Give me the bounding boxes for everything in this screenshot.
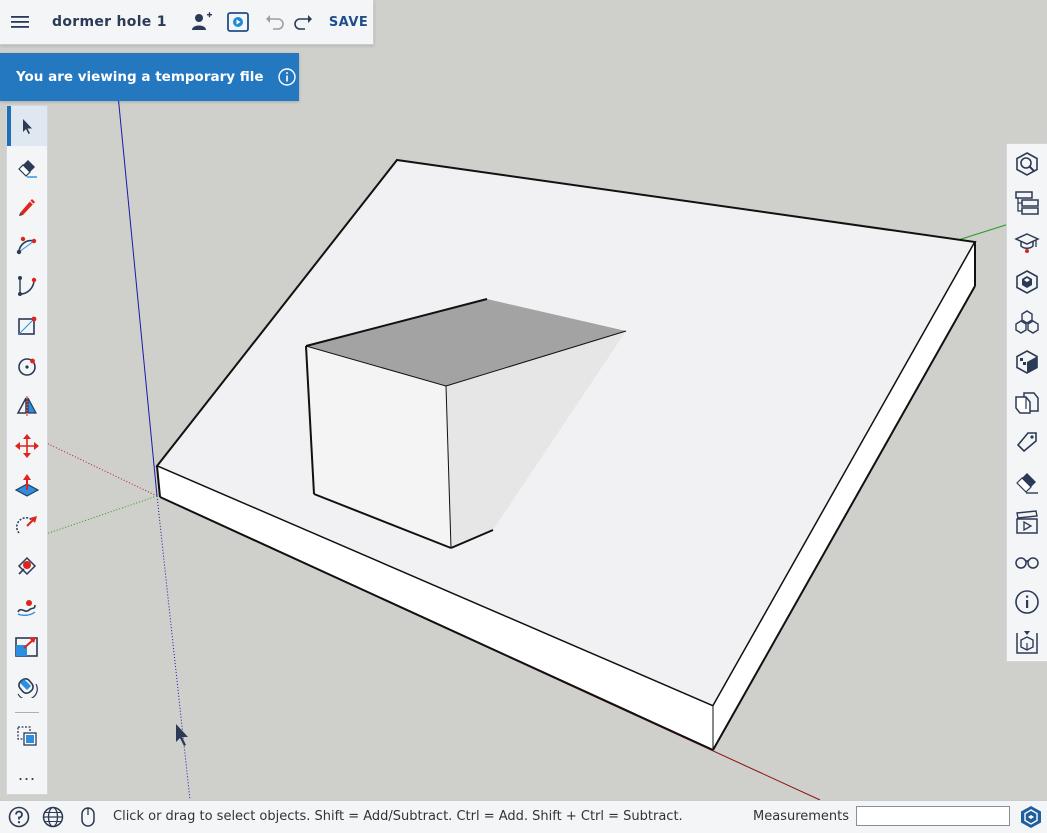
tool-mirror[interactable] xyxy=(7,386,47,426)
redo-button[interactable] xyxy=(291,7,315,37)
panel-soften-edges[interactable] xyxy=(1007,462,1047,502)
status-hint: Click or drag to select objects. Shift =… xyxy=(113,809,683,824)
tool-paint-bucket[interactable] xyxy=(7,586,47,626)
left-toolbar: ... xyxy=(6,105,48,795)
status-bar: Click or drag to select objects. Shift =… xyxy=(0,800,1047,833)
hamburger-icon xyxy=(11,16,29,28)
orbit-icon xyxy=(17,678,38,698)
tool-eraser[interactable] xyxy=(7,146,47,186)
tool-arc[interactable] xyxy=(7,226,47,266)
add-user-icon xyxy=(191,12,212,30)
scenes-icon xyxy=(1016,510,1038,534)
panel-components[interactable] xyxy=(1007,262,1047,302)
sketchup-logo xyxy=(1019,805,1043,829)
redo-icon xyxy=(294,15,312,30)
panel-instructor[interactable] xyxy=(1007,222,1047,262)
measurements-label: Measurements xyxy=(753,809,850,824)
tape-measure-icon xyxy=(17,556,37,576)
tool-components[interactable] xyxy=(7,716,47,756)
panel-styles[interactable] xyxy=(1007,342,1047,382)
instructor-icon xyxy=(1014,233,1040,253)
move-icon xyxy=(15,434,39,458)
mouse-icon xyxy=(81,807,95,827)
arc-icon xyxy=(16,236,37,255)
tool-pencil[interactable] xyxy=(7,186,47,226)
viewport-canvas[interactable] xyxy=(0,0,1047,800)
panel-scenes[interactable] xyxy=(1007,502,1047,542)
tool-move[interactable] xyxy=(7,426,47,466)
panel-materials[interactable] xyxy=(1007,302,1047,342)
circle-icon xyxy=(18,358,36,376)
tool-two-point-arc[interactable] xyxy=(7,266,47,306)
share-button[interactable] xyxy=(189,7,215,37)
tool-scale[interactable] xyxy=(7,626,47,666)
top-bar: dormer hole 1 SAVE xyxy=(0,0,374,45)
paint-bucket-icon xyxy=(17,600,36,617)
tool-select[interactable] xyxy=(7,106,47,146)
mouse-settings-button[interactable] xyxy=(76,805,100,829)
panel-entity-info[interactable] xyxy=(1007,144,1047,184)
push-pull-icon xyxy=(14,474,40,497)
tool-rectangle[interactable] xyxy=(7,306,47,346)
mirror-icon xyxy=(16,396,37,416)
materials-icon xyxy=(1015,310,1039,334)
right-panel-toolbar xyxy=(1006,143,1047,662)
tool-rotate[interactable] xyxy=(7,506,47,546)
info-icon[interactable] xyxy=(277,68,296,86)
sketchup-logo-icon xyxy=(1021,806,1041,828)
toolbar-divider xyxy=(15,712,39,713)
play-icon xyxy=(226,12,249,32)
undo-icon xyxy=(265,15,284,30)
measurements-input[interactable] xyxy=(856,806,1010,826)
pencil-icon xyxy=(19,199,35,216)
tool-circle[interactable] xyxy=(7,346,47,386)
menu-button[interactable] xyxy=(0,0,40,44)
display-icon xyxy=(1015,557,1039,569)
eraser-panel-icon xyxy=(1016,473,1038,494)
rotate-icon xyxy=(16,516,37,534)
two-point-arc-icon xyxy=(18,276,37,296)
tool-orbit[interactable] xyxy=(7,666,47,706)
model-info-icon xyxy=(1016,631,1038,654)
panel-model-info[interactable] xyxy=(1007,622,1047,662)
components-icon xyxy=(17,726,37,746)
help-button[interactable] xyxy=(7,805,31,829)
entity-info-icon xyxy=(1016,152,1038,176)
save-button[interactable]: SAVE xyxy=(329,15,368,30)
present-button[interactable] xyxy=(225,7,251,37)
styles-icon xyxy=(1016,350,1038,374)
document-title[interactable]: dormer hole 1 xyxy=(52,14,167,30)
info-icon xyxy=(1015,590,1039,614)
rectangle-icon xyxy=(18,316,37,335)
undo-button[interactable] xyxy=(263,7,287,37)
components-panel-icon xyxy=(1016,270,1038,294)
globe-icon xyxy=(42,806,64,828)
outliner-icon xyxy=(1015,191,1039,215)
tool-push-pull[interactable] xyxy=(7,466,47,506)
panel-info[interactable] xyxy=(1007,582,1047,622)
language-button[interactable] xyxy=(41,805,65,829)
temporary-file-banner: You are viewing a temporary file xyxy=(0,53,299,101)
panel-display[interactable] xyxy=(1007,542,1047,582)
scale-icon xyxy=(15,637,38,657)
solid-icon xyxy=(1015,392,1039,414)
tool-tape-measure[interactable] xyxy=(7,546,47,586)
help-icon xyxy=(8,806,30,828)
panel-tags[interactable] xyxy=(1007,422,1047,462)
tags-icon xyxy=(1016,432,1037,453)
panel-solid-tools[interactable] xyxy=(1007,382,1047,422)
panel-outliner[interactable] xyxy=(1007,183,1047,223)
more-tools-label: ... xyxy=(17,764,36,784)
eraser-icon xyxy=(18,160,37,178)
model-viewport[interactable] xyxy=(0,0,1047,800)
select-icon xyxy=(23,119,32,134)
banner-text: You are viewing a temporary file xyxy=(16,69,264,85)
more-tools-button[interactable]: ... xyxy=(7,754,47,794)
